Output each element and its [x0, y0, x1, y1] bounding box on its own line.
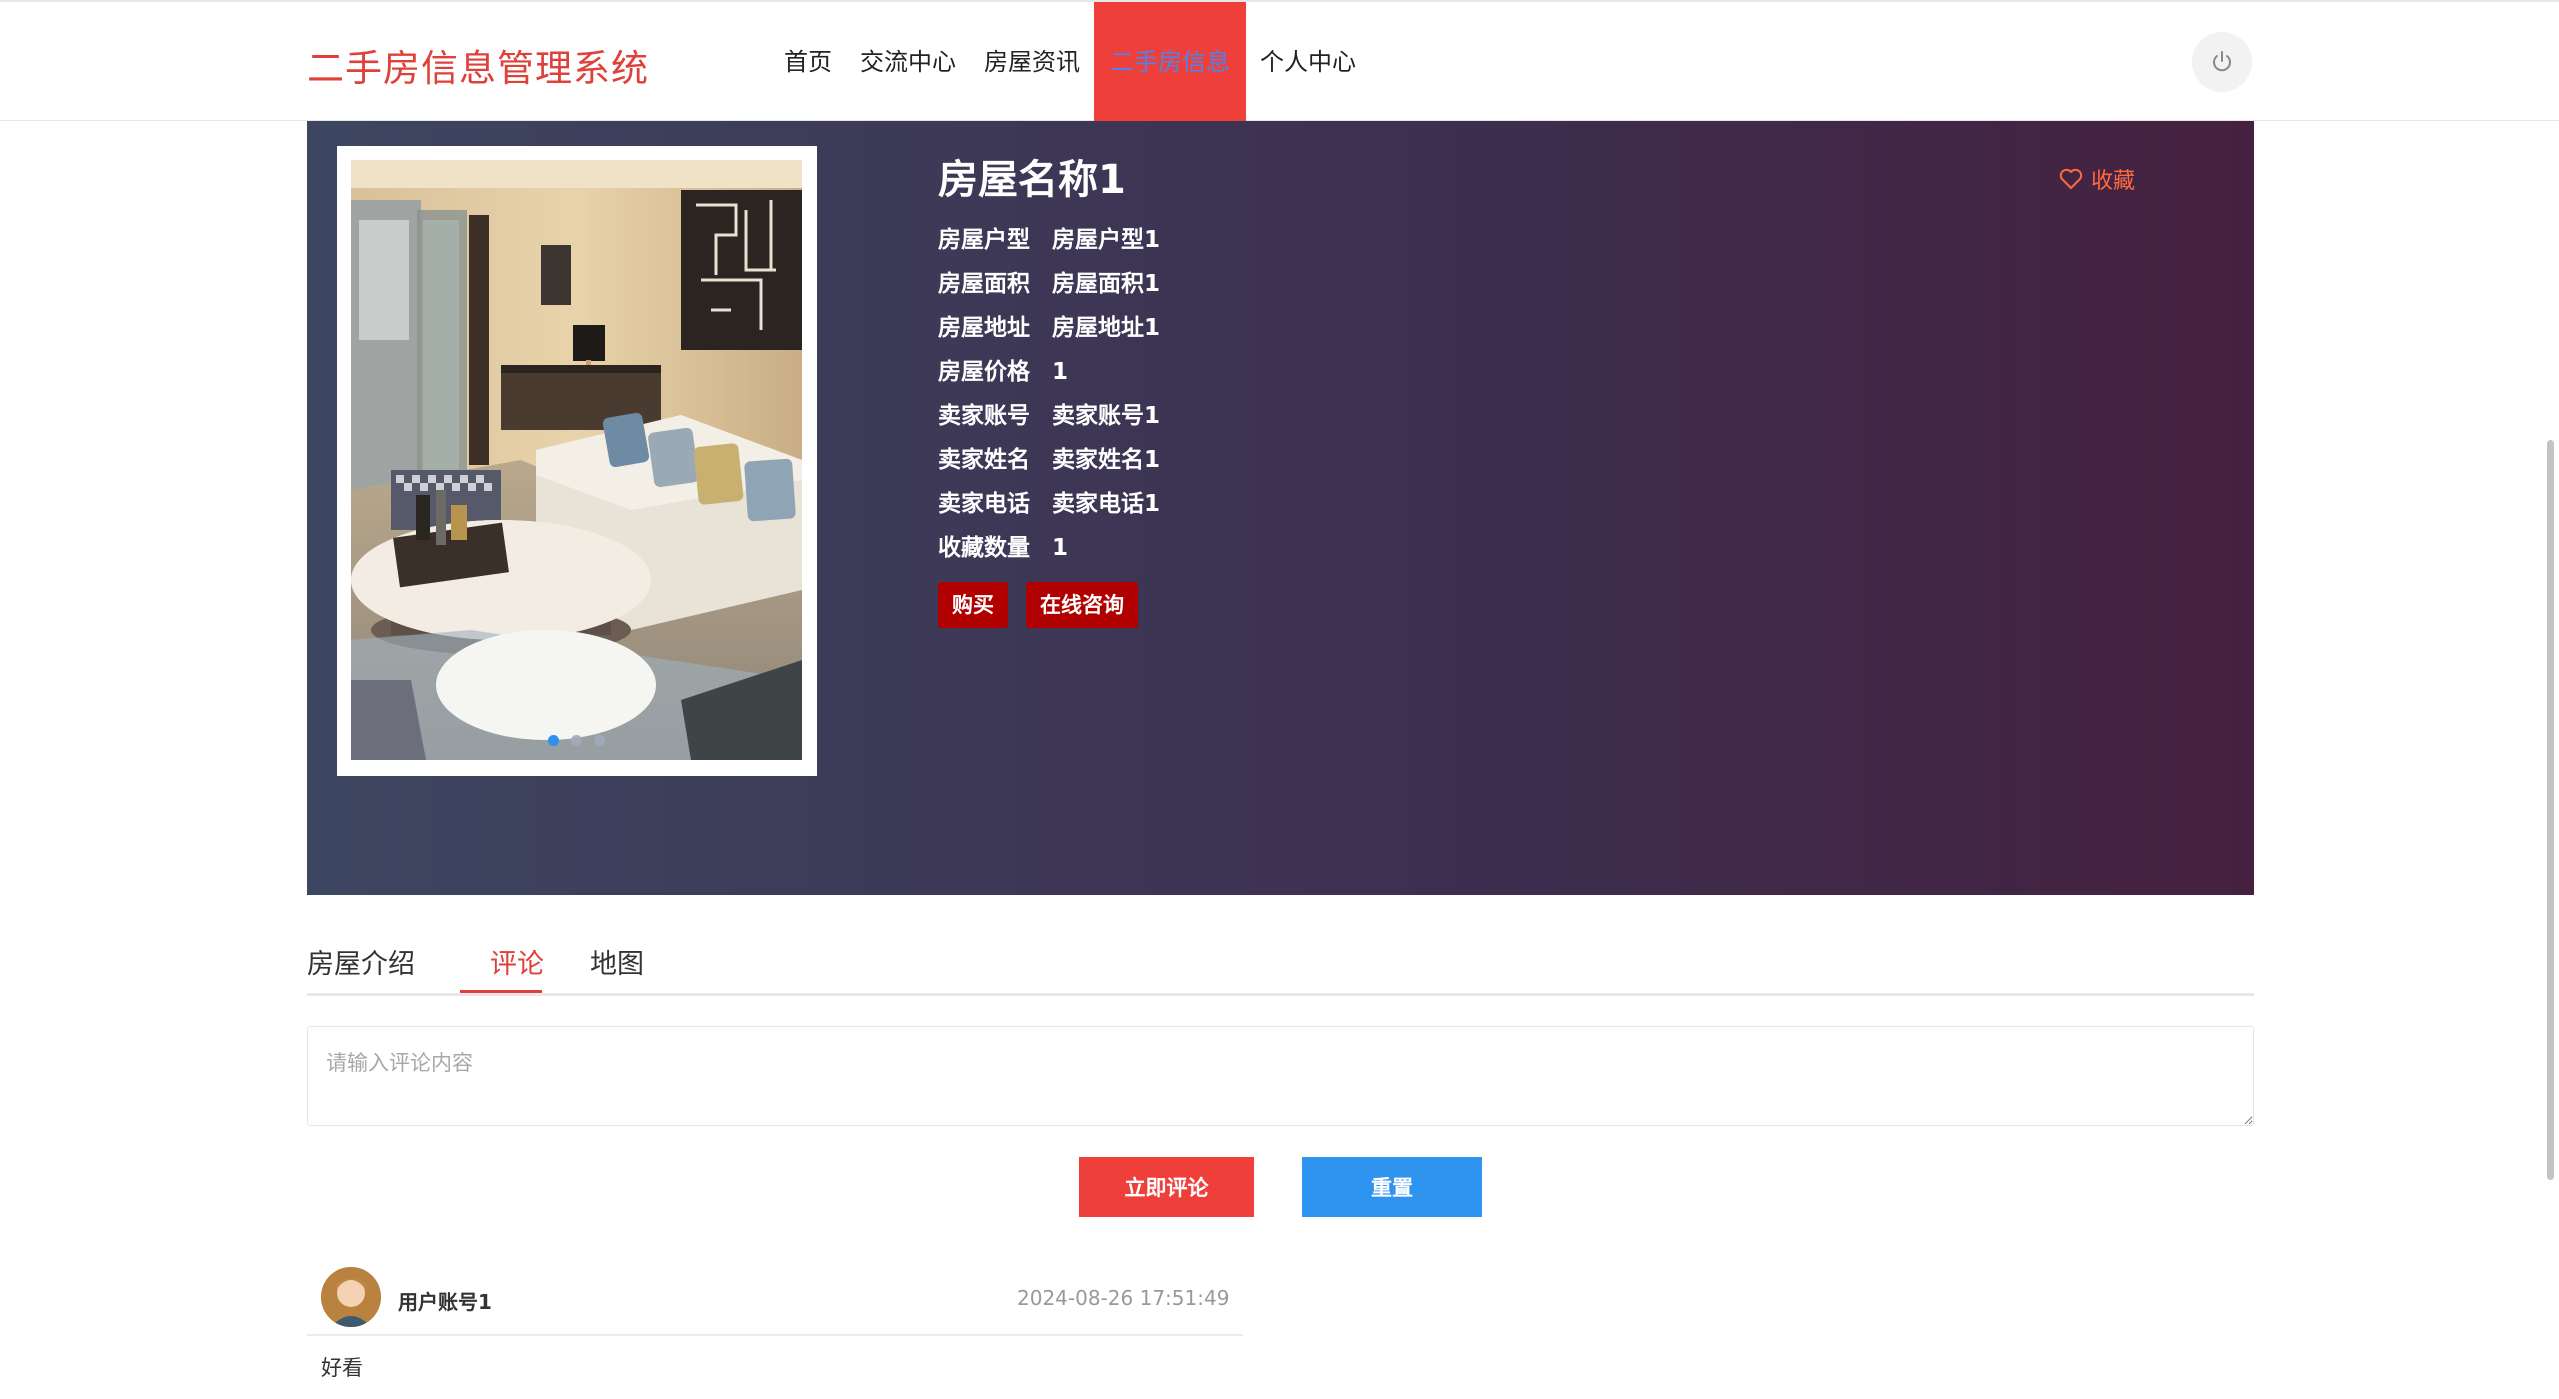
avatar [321, 1267, 381, 1327]
info-row-favorite-count: 收藏数量 1 [938, 526, 1160, 570]
house-info-list: 房屋户型 房屋户型1 房屋面积 房屋面积1 房屋地址 房屋地址1 房屋价格 1 … [938, 218, 1160, 570]
info-key: 房屋户型 [938, 227, 1030, 253]
main-nav: 首页 交流中心 房屋资讯 二手房信息 个人中心 [770, 2, 1370, 123]
comment-time: 2024-08-26 17:51:49 [1017, 1286, 1230, 1310]
active-tab-indicator [460, 990, 542, 993]
carousel-dot-3[interactable] [594, 735, 605, 746]
house-photo-frame [337, 146, 817, 776]
nav-house-info[interactable]: 二手房信息 [1094, 2, 1246, 123]
comment-divider [307, 1334, 1243, 1336]
info-value: 房屋户型1 [1052, 227, 1161, 253]
info-key: 房屋地址 [938, 315, 1030, 341]
info-key: 卖家姓名 [938, 447, 1030, 473]
comment-content: 好看 [321, 1356, 363, 1380]
submit-comment-button[interactable]: 立即评论 [1079, 1157, 1254, 1217]
house-actions: 购买 在线咨询 [938, 582, 1138, 628]
nav-user-center[interactable]: 个人中心 [1246, 2, 1370, 123]
favorite-label: 收藏 [2091, 169, 2136, 194]
detail-tabs: 房屋介绍 评论 地图 [307, 930, 2254, 996]
carousel-dot-1[interactable] [548, 735, 559, 746]
page-scrollbar[interactable] [2547, 440, 2554, 1180]
info-value: 卖家账号1 [1052, 403, 1161, 429]
info-row-price: 房屋价格 1 [938, 350, 1160, 394]
info-key: 收藏数量 [938, 535, 1030, 561]
info-row-seller-name: 卖家姓名 卖家姓名1 [938, 438, 1160, 482]
nav-news[interactable]: 房屋资讯 [970, 2, 1094, 123]
power-icon [2213, 51, 2231, 72]
site-brand[interactable]: 二手房信息管理系统 [307, 38, 649, 92]
info-value: 1 [1052, 359, 1069, 385]
info-value: 卖家电话1 [1052, 491, 1161, 517]
tab-map[interactable]: 地图 [590, 942, 644, 981]
buy-button[interactable]: 购买 [938, 582, 1008, 628]
info-value: 房屋地址1 [1052, 315, 1161, 341]
info-row-area: 房屋面积 房屋面积1 [938, 262, 1160, 306]
house-photo-carousel[interactable] [351, 160, 802, 760]
favorite-button[interactable]: 收藏 [2059, 163, 2135, 195]
info-row-address: 房屋地址 房屋地址1 [938, 306, 1160, 350]
info-key: 卖家账号 [938, 403, 1030, 429]
info-row-seller-account: 卖家账号 卖家账号1 [938, 394, 1160, 438]
info-row-seller-phone: 卖家电话 卖家电话1 [938, 482, 1160, 526]
info-key: 卖家电话 [938, 491, 1030, 517]
logout-button[interactable] [2192, 32, 2252, 92]
tab-comments[interactable]: 评论 [490, 942, 544, 981]
nav-forum[interactable]: 交流中心 [846, 2, 970, 123]
house-detail-panel: 房屋名称1 收藏 房屋户型 房屋户型1 房屋面积 房屋面积1 房屋地址 房屋地址… [307, 121, 2254, 895]
info-key: 房屋价格 [938, 359, 1030, 385]
reset-button[interactable]: 重置 [1302, 1157, 1482, 1217]
house-photo [351, 160, 802, 760]
carousel-indicators [351, 735, 802, 746]
tab-house-intro[interactable]: 房屋介绍 [307, 942, 415, 981]
info-value: 1 [1052, 535, 1069, 561]
comment-user: 用户账号1 [398, 1290, 492, 1314]
house-title: 房屋名称1 [938, 157, 1126, 203]
info-value: 房屋面积1 [1052, 271, 1161, 297]
info-row-layout: 房屋户型 房屋户型1 [938, 218, 1160, 262]
nav-home[interactable]: 首页 [770, 2, 846, 123]
info-key: 房屋面积 [938, 271, 1030, 297]
online-consult-button[interactable]: 在线咨询 [1026, 582, 1138, 628]
heart-icon [2059, 168, 2083, 189]
avatar-image [321, 1267, 381, 1327]
carousel-dot-2[interactable] [571, 735, 582, 746]
info-value: 卖家姓名1 [1052, 447, 1161, 473]
top-header: 二手房信息管理系统 首页 交流中心 房屋资讯 二手房信息 个人中心 [0, 0, 2559, 123]
comment-input[interactable] [307, 1026, 2254, 1126]
